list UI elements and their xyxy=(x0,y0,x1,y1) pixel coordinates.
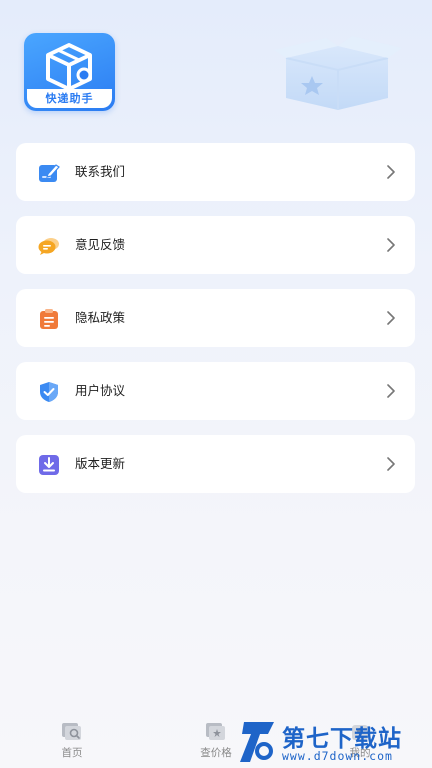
app-logo: 快递助手 xyxy=(24,33,115,111)
chat-bubbles-icon xyxy=(38,235,60,257)
nav-item-home[interactable]: 首页 xyxy=(0,714,144,768)
box-decoration-icon xyxy=(274,36,402,110)
download-box-icon xyxy=(38,454,60,476)
menu-item-label: 联系我们 xyxy=(75,164,126,179)
chevron-right-icon xyxy=(387,238,395,252)
watermark: 第七下载站 www.d7down.com xyxy=(238,718,428,768)
edit-note-icon xyxy=(38,162,60,184)
watermark-title: 第七下载站 xyxy=(282,726,402,752)
menu-item-user-agreement[interactable]: 用户协议 xyxy=(16,362,415,420)
shield-check-icon xyxy=(38,381,60,403)
menu-item-privacy[interactable]: 隐私政策 xyxy=(16,289,415,347)
menu-item-feedback[interactable]: 意见反馈 xyxy=(16,216,415,274)
logo-label: 快递助手 xyxy=(27,89,112,108)
header: 快递助手 xyxy=(0,0,432,140)
chevron-right-icon xyxy=(387,384,395,398)
price-tag-icon xyxy=(206,723,225,740)
chevron-right-icon xyxy=(387,457,395,471)
menu-item-label: 用户协议 xyxy=(75,383,126,398)
chevron-right-icon xyxy=(387,165,395,179)
menu-item-version-update[interactable]: 版本更新 xyxy=(16,435,415,493)
menu-item-label: 意见反馈 xyxy=(75,237,126,252)
watermark-url: www.d7down.com xyxy=(282,749,393,763)
settings-menu: 联系我们 意见反馈 隐私政策 用户协议 版本更新 xyxy=(16,143,415,508)
clipboard-icon xyxy=(38,308,60,330)
nav-label: 首页 xyxy=(61,747,83,759)
menu-item-label: 隐私政策 xyxy=(75,310,126,325)
menu-item-label: 版本更新 xyxy=(75,456,126,471)
watermark-logo-icon xyxy=(240,722,274,762)
chevron-right-icon xyxy=(387,311,395,325)
package-icon xyxy=(46,43,92,91)
menu-item-contact[interactable]: 联系我们 xyxy=(16,143,415,201)
home-search-icon xyxy=(62,723,81,740)
